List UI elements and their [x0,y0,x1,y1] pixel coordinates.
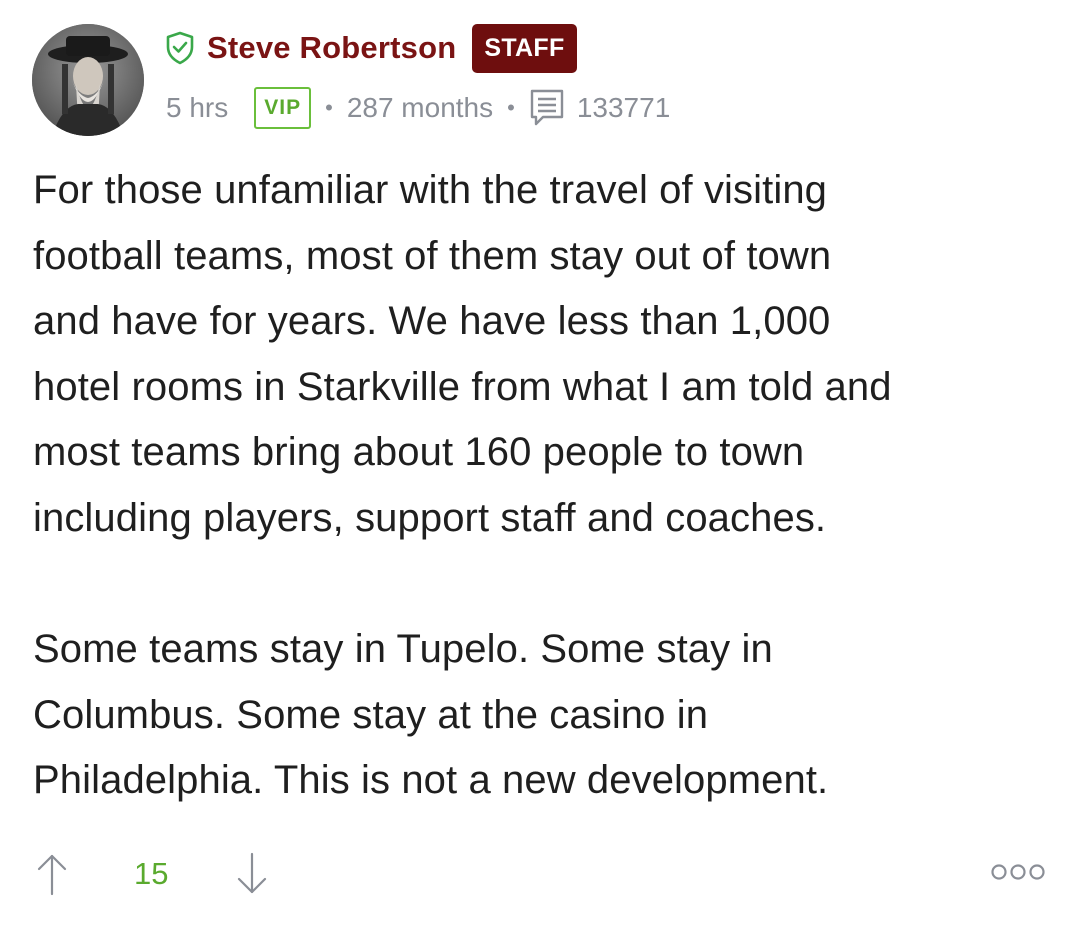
staff-badge: STAFF [472,23,577,73]
arrow-down-icon[interactable] [234,852,270,896]
post-meta: 5 hrs VIP • 287 months • 133771 [166,86,670,130]
post-body: For those unfamiliar with the travel of … [33,158,1053,814]
post-footer: 15 [0,848,1080,908]
membership-duration: 287 months [346,92,494,123]
author-row: Steve Robertson STAFF [165,23,577,73]
arrow-up-icon[interactable] [34,852,70,896]
more-options-icon[interactable] [990,860,1046,884]
vote-count: 15 [134,856,169,891]
avatar[interactable] [32,24,144,136]
post-time: 5 hrs [166,92,229,123]
post-paragraph-2: Some teams stay in Tupelo. Some stay in … [33,627,829,803]
forum-post: Steve Robertson STAFF 5 hrs VIP • 287 mo… [0,0,1080,942]
post-count: 133771 [576,92,671,123]
separator-dot: • [507,95,515,120]
separator-dot: • [325,95,333,120]
comment-icon [529,88,565,128]
author-name[interactable]: Steve Robertson [207,30,456,66]
shield-check-icon [165,31,195,65]
vip-badge: VIP [254,87,312,129]
post-paragraph-1: For those unfamiliar with the travel of … [33,168,892,540]
